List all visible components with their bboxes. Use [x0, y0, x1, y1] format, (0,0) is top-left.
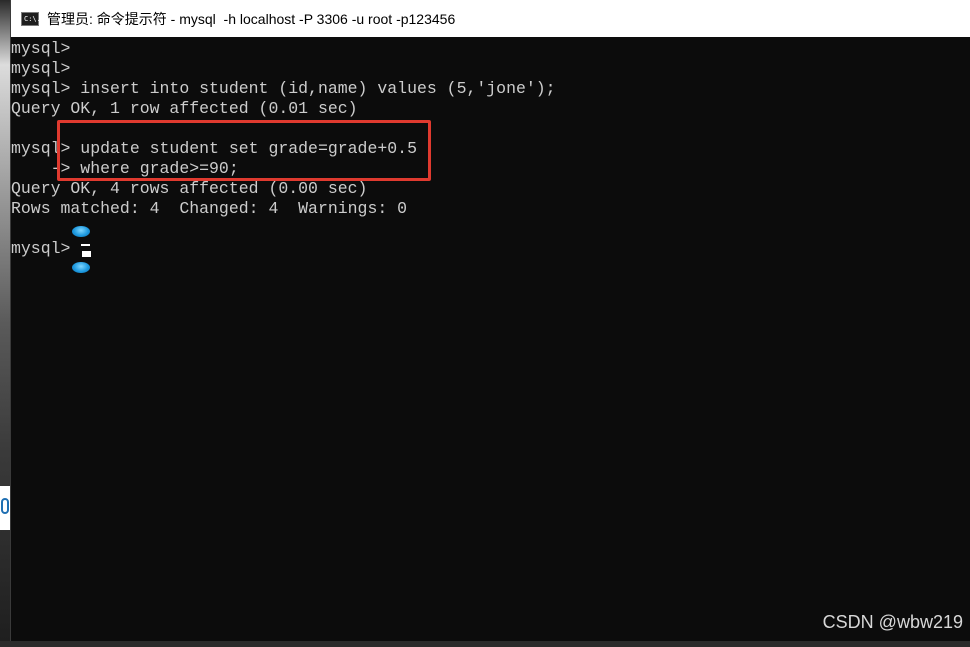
console-line: Rows matched: 4 Changed: 4 Warnings: 0	[11, 199, 408, 218]
watermark: CSDN @wbw219	[822, 612, 963, 632]
console-line: Query OK, 1 row affected (0.01 sec)	[11, 99, 358, 118]
desktop-app-icon	[0, 486, 10, 530]
cmd-icon: C:\.	[21, 11, 41, 26]
cursor-top-mark	[81, 244, 90, 246]
console-prompt: mysql>	[11, 239, 71, 258]
console-output[interactable]: mysql> mysql> mysql> insert into student…	[11, 39, 970, 639]
cmd-icon-text: C:\.	[24, 14, 41, 23]
console-line: mysql> insert into student (id,name) val…	[11, 79, 556, 98]
ime-indicator-bottom-icon	[72, 262, 90, 273]
console-line: mysql>	[11, 59, 71, 78]
console-line: mysql>	[11, 39, 71, 58]
title-bar[interactable]: C:\. 管理员: 命令提示符 - mysql -h localhost -P …	[11, 0, 970, 37]
ime-indicator-top-icon	[72, 226, 90, 237]
console-line: Query OK, 4 rows affected (0.00 sec)	[11, 179, 368, 198]
window-title: 管理员: 命令提示符 - mysql -h localhost -P 3306 …	[47, 10, 456, 27]
text-cursor	[82, 251, 91, 257]
taskbar-edge	[0, 641, 970, 647]
command-prompt-window[interactable]: C:\. 管理员: 命令提示符 - mysql -h localhost -P …	[10, 0, 970, 641]
annotation-highlight-box	[57, 120, 431, 181]
